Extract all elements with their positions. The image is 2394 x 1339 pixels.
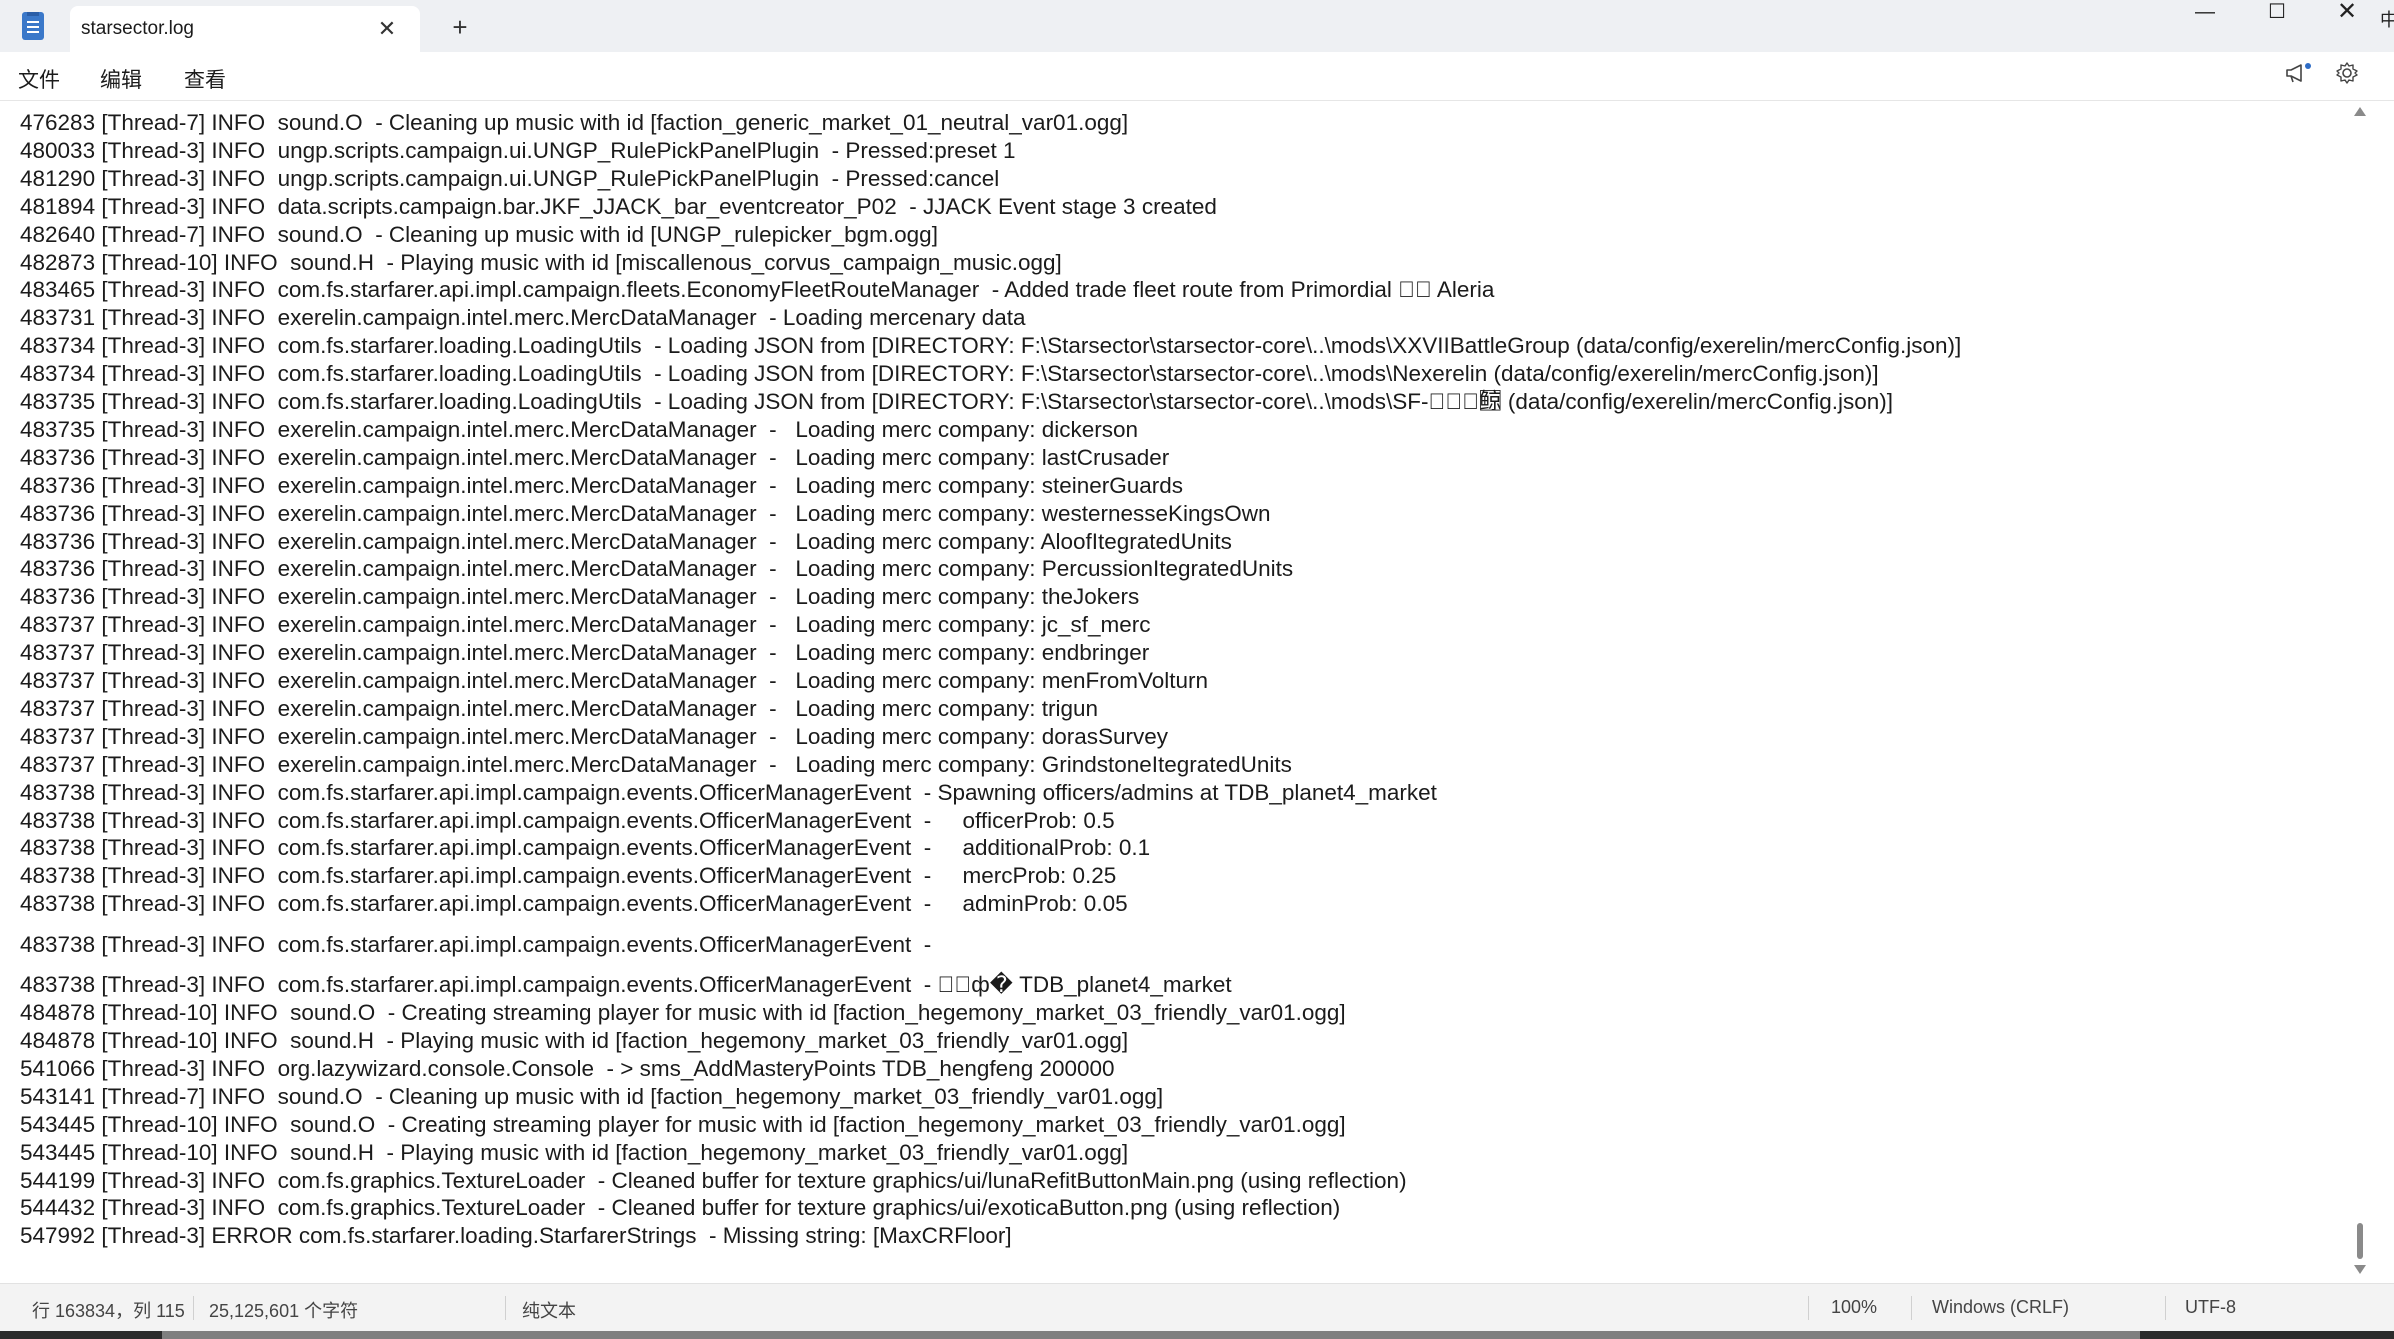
character-count: 25,125,601 个字符 <box>209 1301 359 1321</box>
log-line: 480033 [Thread-3] INFO ungp.scripts.camp… <box>20 137 1016 163</box>
menu-edit[interactable]: 编辑 <box>96 62 146 96</box>
log-line: 483738 [Thread-3] INFO com.fs.starfarer.… <box>20 779 1437 805</box>
settings-gear-icon[interactable] <box>2331 60 2363 92</box>
vertical-scrollbar[interactable] <box>2354 101 2366 1283</box>
edge-glyph: 中 <box>2380 10 2394 30</box>
log-line: 541066 [Thread-3] INFO org.lazywizard.co… <box>20 1055 1115 1081</box>
text-editor-area[interactable]: 476283 [Thread-7] INFO sound.O - Cleanin… <box>0 101 2366 1283</box>
log-line: 483738 [Thread-3] INFO com.fs.starfarer.… <box>20 835 1151 861</box>
log-line: 483738 [Thread-3] INFO com.fs.starfarer.… <box>20 807 1115 833</box>
log-line: 544432 [Thread-3] INFO com.fs.graphics.T… <box>20 1195 1341 1221</box>
zoom-level[interactable]: 100% <box>1831 1297 1877 1318</box>
tab-title: starsector.log <box>81 18 194 39</box>
log-line: 483736 [Thread-3] INFO exerelin.campaign… <box>20 500 1271 526</box>
maximize-button[interactable]: ☐ <box>2242 0 2312 30</box>
log-line: 483737 [Thread-3] INFO exerelin.campaign… <box>20 723 1169 749</box>
status-separator <box>2165 1296 2166 1320</box>
status-separator <box>1808 1296 1809 1320</box>
log-line: 484878 [Thread-10] INFO sound.H - Playin… <box>20 1028 1129 1053</box>
log-line: 483737 [Thread-3] INFO exerelin.campaign… <box>20 640 1150 666</box>
log-line: 483736 [Thread-3] INFO exerelin.campaign… <box>20 472 1184 498</box>
log-line: 483737 [Thread-3] INFO exerelin.campaign… <box>20 751 1292 777</box>
log-line: 482873 [Thread-10] INFO sound.H - Playin… <box>20 249 1062 275</box>
gear-icon <box>2336 62 2358 84</box>
encoding[interactable]: UTF-8 <box>2185 1297 2236 1318</box>
log-line: 483735 [Thread-3] INFO exerelin.campaign… <box>20 416 1139 442</box>
log-line: 544199 [Thread-3] INFO com.fs.graphics.T… <box>20 1167 1407 1193</box>
log-line: 483736 [Thread-3] INFO exerelin.campaign… <box>20 556 1294 582</box>
log-line: 482640 [Thread-7] INFO sound.O - Cleanin… <box>20 221 938 247</box>
status-separator <box>1911 1296 1912 1320</box>
log-line: 543445 [Thread-10] INFO sound.O - Creati… <box>20 1111 1346 1137</box>
log-line: 483738 [Thread-3] INFO com.fs.starfarer.… <box>20 863 1117 889</box>
taskbar-edge <box>0 1331 2394 1339</box>
status-separator <box>193 1296 194 1320</box>
log-line: 483735 [Thread-3] INFO com.fs.starfarer.… <box>20 389 1894 414</box>
tab-close-icon[interactable]: ✕ <box>370 12 404 46</box>
log-line: 483731 [Thread-3] INFO exerelin.campaign… <box>20 305 1026 331</box>
log-line: 483738 [Thread-3] INFO com.fs.starfarer.… <box>20 931 932 957</box>
title-bar: starsector.log ✕ + — ☐ ✕ 中 <box>0 0 2394 52</box>
log-line: 476283 [Thread-7] INFO sound.O - Cleanin… <box>20 110 1129 135</box>
text-format[interactable]: 纯文本 <box>522 1297 576 1323</box>
menu-bar: 文件 编辑 查看 <box>0 52 2394 101</box>
log-line: 483736 [Thread-3] INFO exerelin.campaign… <box>20 444 1170 470</box>
log-line: 547992 [Thread-3] ERROR com.fs.starfarer… <box>20 1223 1012 1249</box>
status-separator <box>505 1296 506 1320</box>
minimize-button[interactable]: — <box>2170 0 2240 30</box>
log-line: 483738 [Thread-3] INFO com.fs.starfarer.… <box>20 972 1232 998</box>
log-line: 483738 [Thread-3] INFO com.fs.starfarer.… <box>20 891 1128 917</box>
cursor-position: 行 163834，列 115 <box>32 1301 185 1321</box>
new-tab-button[interactable]: + <box>440 12 480 44</box>
menu-view[interactable]: 查看 <box>180 62 230 96</box>
scroll-up-arrow-icon[interactable] <box>2354 107 2366 116</box>
log-line: 483734 [Thread-3] INFO com.fs.starfarer.… <box>20 361 1879 387</box>
megaphone-icon <box>2286 64 2302 83</box>
close-window-button[interactable]: ✕ <box>2312 0 2382 30</box>
log-line: 483737 [Thread-3] INFO exerelin.campaign… <box>20 612 1151 638</box>
log-line: 481894 [Thread-3] INFO data.scripts.camp… <box>20 193 1217 219</box>
log-line: 543445 [Thread-10] INFO sound.H - Playin… <box>20 1139 1129 1165</box>
log-line: 483737 [Thread-3] INFO exerelin.campaign… <box>20 668 1209 693</box>
notepad-app-icon <box>22 12 44 40</box>
line-ending[interactable]: Windows (CRLF) <box>1932 1297 2069 1318</box>
log-line: 483465 [Thread-3] INFO com.fs.starfarer.… <box>20 277 1495 303</box>
scroll-thumb[interactable] <box>2357 1223 2363 1259</box>
log-line: 484878 [Thread-10] INFO sound.O - Creati… <box>20 1000 1346 1026</box>
log-line: 543141 [Thread-7] INFO sound.O - Cleanin… <box>20 1083 1164 1109</box>
tab-starsector-log[interactable]: starsector.log ✕ <box>70 6 420 52</box>
log-line: 483736 [Thread-3] INFO exerelin.campaign… <box>20 584 1140 610</box>
status-bar: 行 163834，列 115 25,125,601 个字符 纯文本 100% W… <box>0 1283 2394 1332</box>
announcement-icon[interactable] <box>2281 60 2313 92</box>
log-line: 483737 [Thread-3] INFO exerelin.campaign… <box>20 695 1099 721</box>
log-line: 483734 [Thread-3] INFO com.fs.starfarer.… <box>20 333 1962 359</box>
log-line: 481290 [Thread-3] INFO ungp.scripts.camp… <box>20 165 1000 191</box>
log-line: 483736 [Thread-3] INFO exerelin.campaign… <box>20 528 1232 554</box>
menu-file[interactable]: 文件 <box>14 62 64 96</box>
scroll-down-arrow-icon[interactable] <box>2354 1265 2366 1274</box>
